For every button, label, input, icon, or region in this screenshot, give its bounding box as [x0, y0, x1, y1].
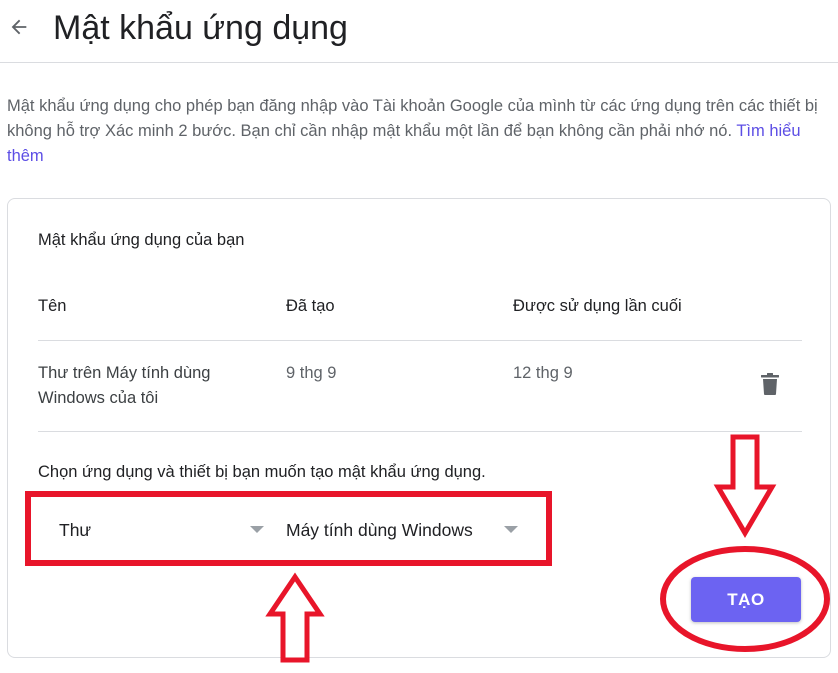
up-arrow-annotation [265, 572, 325, 663]
annotation-overlay [265, 434, 830, 663]
app-passwords-page: Mật khẩu ứng dụng Mật khẩu ứng dụng cho … [0, 0, 838, 673]
highlight-ellipse [660, 546, 830, 652]
down-arrow-annotation [713, 434, 777, 538]
